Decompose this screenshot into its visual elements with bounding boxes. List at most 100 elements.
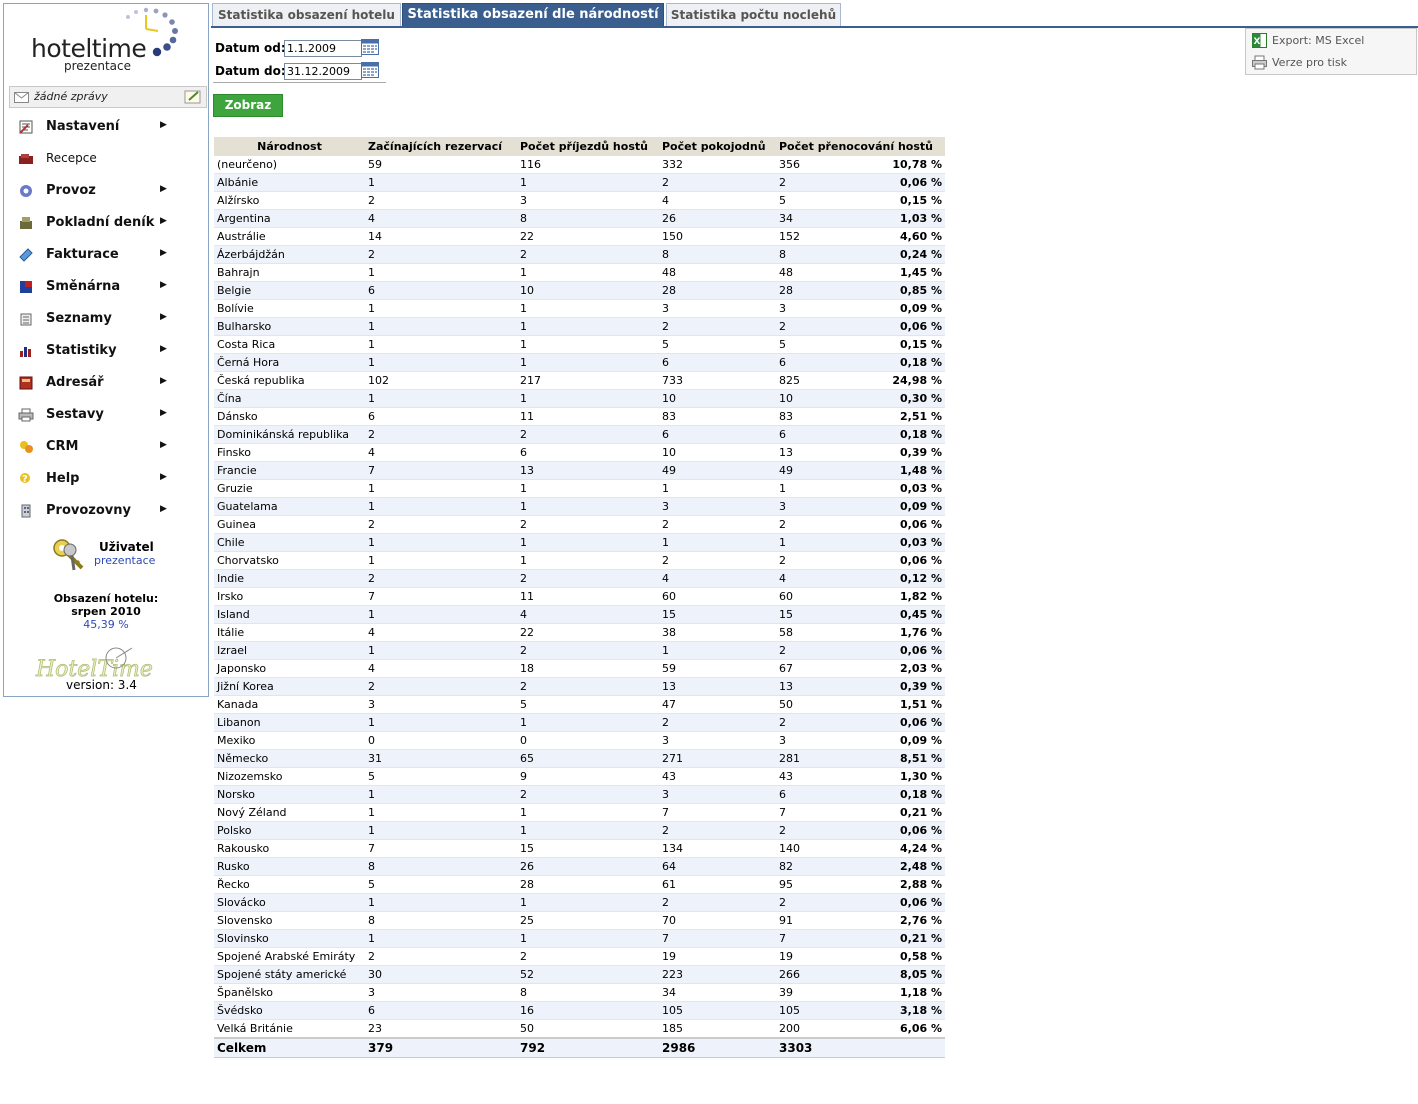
total-cell: Celkem — [214, 1037, 365, 1058]
column-header[interactable]: Národnost — [214, 137, 365, 156]
table-row: Rakousko 7 15 134 140 4,24 % — [214, 839, 945, 858]
sidebar-item-8[interactable]: Adresář ▶ — [14, 370, 204, 396]
nationality-cell: Bahrajn — [214, 263, 365, 282]
percent-cell: 3,18 % — [886, 1001, 945, 1020]
value-cell: 733 — [659, 371, 776, 390]
value-cell: 2 — [517, 569, 659, 588]
sidebar-item-12[interactable]: Provozovny ▶ — [14, 498, 204, 524]
column-header[interactable]: Počet pokojodnů — [659, 137, 776, 156]
value-cell: 2 — [776, 821, 886, 840]
date-to-input[interactable]: 31.12.2009 — [284, 63, 362, 80]
sidebar-item-7[interactable]: Statistiky ▶ — [14, 338, 204, 364]
value-cell: 1 — [517, 173, 659, 192]
export-excel-link[interactable]: X Export: MS Excel — [1252, 32, 1412, 50]
nationality-cell: Spojené Arabské Emiráty — [214, 947, 365, 966]
crm-icon — [20, 441, 33, 453]
sidebar: hoteltime prezentace žádné zprávy Nastav… — [3, 3, 209, 697]
submenu-arrow-icon: ▶ — [160, 376, 167, 386]
sidebar-item-9[interactable]: Sestavy ▶ — [14, 402, 204, 428]
sidebar-item-3[interactable]: Pokladní deník ▶ — [14, 210, 204, 236]
nationality-cell: Guatelama — [214, 497, 365, 516]
percent-cell: 0,06 % — [886, 173, 945, 192]
nationality-cell: Slovinsko — [214, 929, 365, 948]
value-cell: 83 — [659, 407, 776, 426]
total-cell: 792 — [517, 1037, 659, 1058]
export-panel: X Export: MS Excel Verze pro tisk — [1245, 28, 1417, 75]
value-cell: 2 — [659, 713, 776, 732]
total-cell: 379 — [365, 1037, 517, 1058]
sidebar-item-5[interactable]: Směnárna ▶ — [14, 274, 204, 300]
table-row: Argentina 4 8 26 34 1,03 % — [214, 209, 945, 228]
compose-message-icon[interactable] — [184, 89, 202, 105]
calendar-icon[interactable] — [361, 39, 379, 55]
table-row: Bahrajn 1 1 48 48 1,45 % — [214, 263, 945, 282]
calendar-icon[interactable] — [361, 62, 379, 78]
sidebar-item-0[interactable]: Nastavení ▶ — [14, 114, 204, 140]
tab-overnight-stays[interactable]: Statistika počtu noclehů — [666, 3, 841, 27]
nationality-cell: Chile — [214, 533, 365, 552]
value-cell: 2 — [517, 515, 659, 534]
value-cell: 1 — [365, 497, 517, 516]
value-cell: 65 — [517, 749, 659, 768]
value-cell: 59 — [659, 659, 776, 678]
value-cell: 43 — [659, 767, 776, 786]
value-cell: 10 — [659, 389, 776, 408]
table-total-row: Celkem 379 792 2986 3303 — [214, 1037, 945, 1058]
sidebar-item-4[interactable]: Fakturace ▶ — [14, 242, 204, 268]
table-row: Gruzie 1 1 1 1 0,03 % — [214, 479, 945, 498]
hotel-occupancy: Obsazení hotelu: srpen 2010 45,39 % — [4, 592, 208, 631]
date-from-input[interactable]: 1.1.2009 — [284, 40, 362, 57]
address-book-icon — [19, 376, 33, 390]
value-cell: 6 — [776, 785, 886, 804]
sidebar-item-10[interactable]: CRM ▶ — [14, 434, 204, 460]
value-cell: 266 — [776, 965, 886, 984]
value-cell: 2 — [659, 317, 776, 336]
nationality-statistics-table: Národnost Začínajících rezervací Počet p… — [214, 137, 945, 1058]
nationality-cell: Španělsko — [214, 983, 365, 1002]
sidebar-item-1[interactable]: Recepce — [14, 146, 204, 172]
submenu-arrow-icon: ▶ — [160, 440, 167, 450]
value-cell: 5 — [659, 335, 776, 354]
value-cell: 1 — [365, 929, 517, 948]
percent-cell: 0,21 % — [886, 929, 945, 948]
percent-cell: 0,06 % — [886, 641, 945, 660]
value-cell: 1 — [517, 803, 659, 822]
value-cell: 2 — [365, 947, 517, 966]
user-name-link[interactable]: prezentace — [94, 554, 155, 567]
user-block[interactable]: Uživatel prezentace — [50, 536, 200, 576]
column-header[interactable]: Počet přenocování hostů — [776, 137, 945, 156]
value-cell: 2 — [776, 551, 886, 570]
messages-bar[interactable]: žádné zprávy — [9, 86, 207, 108]
value-cell: 2 — [517, 677, 659, 696]
tab-occupancy-by-nationality[interactable]: Statistika obsazení dle národností — [402, 3, 664, 27]
value-cell: 8 — [365, 857, 517, 876]
value-cell: 26 — [517, 857, 659, 876]
sidebar-item-11[interactable]: ? Help ▶ — [14, 466, 204, 492]
sidebar-item-label: Seznamy — [46, 311, 112, 326]
value-cell: 281 — [776, 749, 886, 768]
value-cell: 1 — [517, 893, 659, 912]
user-title: Uživatel — [99, 540, 154, 554]
value-cell: 1 — [517, 263, 659, 282]
column-header[interactable]: Počet příjezdů hostů — [517, 137, 659, 156]
percent-cell: 0,39 % — [886, 443, 945, 462]
sidebar-item-2[interactable]: Provoz ▶ — [14, 178, 204, 204]
sidebar-item-6[interactable]: Seznamy ▶ — [14, 306, 204, 332]
value-cell: 58 — [776, 623, 886, 642]
show-button[interactable]: Zobraz — [213, 94, 283, 117]
percent-cell: 4,24 % — [886, 839, 945, 858]
value-cell: 83 — [776, 407, 886, 426]
tab-underline — [211, 26, 1418, 28]
tab-hotel-occupancy[interactable]: Statistika obsazení hotelu — [212, 3, 401, 27]
value-cell: 8 — [517, 983, 659, 1002]
value-cell: 49 — [776, 461, 886, 480]
print-version-link[interactable]: Verze pro tisk — [1252, 54, 1412, 72]
excel-icon: X — [1252, 33, 1267, 48]
date-to-label: Datum do: — [215, 64, 286, 78]
hoteltime-logo[interactable]: hoteltime prezentace — [4, 4, 208, 84]
value-cell: 1 — [517, 389, 659, 408]
value-cell: 2 — [517, 641, 659, 660]
table-row: Švédsko 6 16 105 105 3,18 % — [214, 1001, 945, 1020]
value-cell: 7 — [776, 803, 886, 822]
column-header[interactable]: Začínajících rezervací — [365, 137, 517, 156]
